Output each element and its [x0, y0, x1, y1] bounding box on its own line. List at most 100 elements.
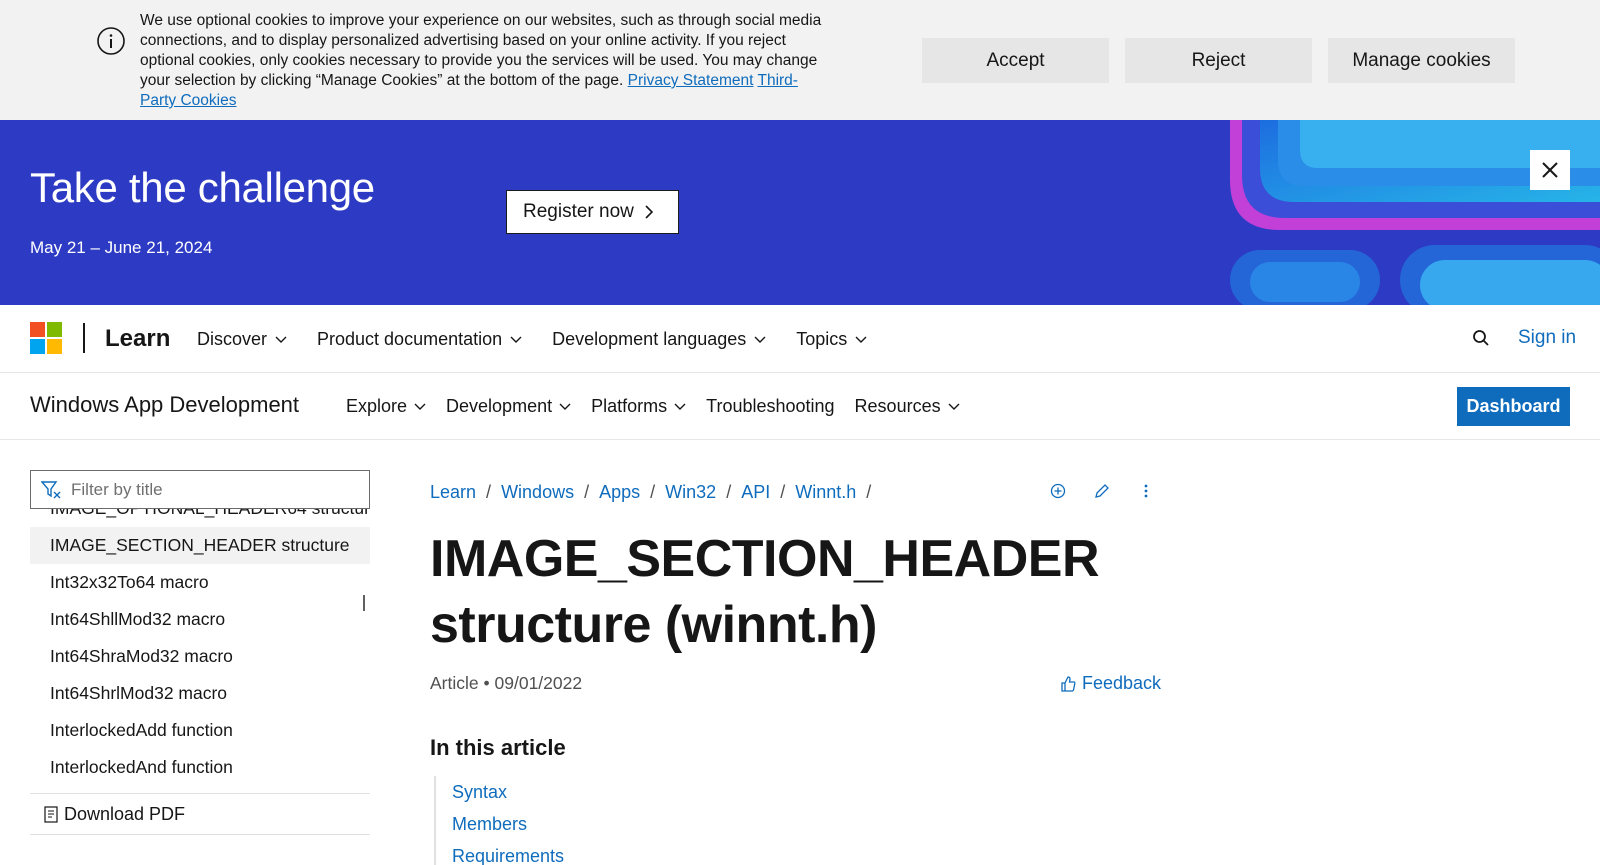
section-link-requirements[interactable]: Requirements	[452, 840, 564, 865]
brand-divider	[83, 323, 85, 353]
nav-platforms[interactable]: Platforms	[591, 396, 686, 417]
nav-product-documentation-label: Product documentation	[317, 329, 503, 349]
breadcrumb-api[interactable]: API	[741, 482, 770, 503]
info-icon	[97, 27, 125, 55]
page-title: IMAGE_SECTION_HEADER structure (winnt.h)	[430, 526, 1170, 658]
breadcrumb-separator: /	[486, 482, 492, 502]
add-collection-icon[interactable]	[1050, 483, 1066, 499]
in-this-article-list: Syntax Members Requirements	[434, 776, 564, 865]
nav-explore-label: Explore	[346, 396, 408, 416]
in-this-article-heading: In this article	[430, 735, 566, 760]
feedback-link[interactable]: Feedback	[1060, 673, 1161, 694]
register-now-button[interactable]: Register now	[506, 190, 679, 234]
chevron-down-icon	[674, 403, 686, 410]
breadcrumb-separator: /	[866, 482, 872, 502]
breadcrumb-separator: /	[780, 482, 786, 502]
privacy-statement-link[interactable]: Privacy Statement	[628, 72, 754, 89]
accept-cookies-button[interactable]: Accept	[922, 38, 1109, 83]
toc-scrollbar[interactable]	[363, 595, 365, 611]
chevron-down-icon	[948, 403, 960, 410]
nav-development-languages-label: Development languages	[552, 329, 747, 349]
section-link-syntax[interactable]: Syntax	[452, 776, 564, 808]
chevron-down-icon	[510, 336, 522, 343]
reject-cookies-button[interactable]: Reject	[1125, 38, 1312, 83]
microsoft-logo[interactable]	[30, 322, 62, 354]
breadcrumb-windows[interactable]: Windows	[501, 482, 574, 503]
register-now-label: Register now	[523, 201, 634, 222]
nav-discover[interactable]: Discover	[197, 329, 287, 350]
toc-item-active[interactable]: IMAGE_SECTION_HEADER structure	[30, 527, 370, 564]
nav-topics-label: Topics	[796, 329, 848, 349]
nav-development[interactable]: Development	[446, 396, 571, 417]
toc-item[interactable]: Int64ShraMod32 macro	[30, 638, 370, 675]
nav-platforms-label: Platforms	[591, 396, 668, 416]
breadcrumb-winnt-h[interactable]: Winnt.h	[795, 482, 856, 503]
toc-item[interactable]: InterlockedAnd function	[30, 749, 370, 786]
toc-item[interactable]: InterlockedAdd function	[30, 712, 370, 749]
toc-item[interactable]: Int64ShllMod32 macro	[30, 601, 370, 638]
article-meta: Article • 09/01/2022	[430, 673, 582, 694]
page-title-line1: IMAGE_SECTION_HEADER	[430, 530, 1100, 588]
global-nav-menu: Discover Product documentation Developme…	[197, 329, 867, 350]
breadcrumb-separator: /	[650, 482, 656, 502]
meta-bullet: •	[483, 673, 490, 693]
search-icon[interactable]	[1472, 329, 1490, 347]
section-link-members[interactable]: Members	[452, 808, 564, 840]
filter-icon	[41, 481, 61, 499]
nav-troubleshooting[interactable]: Troubleshooting	[706, 396, 834, 417]
nav-explore[interactable]: Explore	[346, 396, 426, 417]
cookie-banner: We use optional cookies to improve your …	[0, 0, 1600, 120]
document-icon	[44, 805, 58, 823]
learn-home-link[interactable]: Learn	[105, 325, 170, 353]
cookie-text: We use optional cookies to improve your …	[140, 11, 830, 111]
breadcrumb-win32[interactable]: Win32	[665, 482, 716, 503]
dashboard-button[interactable]: Dashboard	[1457, 387, 1570, 426]
toc-filter	[30, 470, 370, 509]
filter-input[interactable]	[71, 471, 361, 508]
toc-item[interactable]: Int32x32To64 macro	[30, 564, 370, 601]
chevron-down-icon	[559, 403, 571, 410]
promo-banner: Take the challenge May 21 – June 21, 202…	[0, 120, 1600, 305]
global-nav: Learn Discover Product documentation Dev…	[0, 305, 1600, 373]
chevron-down-icon	[855, 336, 867, 343]
manage-cookies-button[interactable]: Manage cookies	[1328, 38, 1515, 83]
toc-item[interactable]: IMAGE_OPTIONAL_HEADER64 structure	[30, 509, 370, 527]
chevron-down-icon	[754, 336, 766, 343]
nav-development-languages[interactable]: Development languages	[552, 329, 766, 350]
download-pdf-button[interactable]: Download PDF	[30, 793, 370, 835]
feedback-label: Feedback	[1082, 673, 1162, 693]
thumbs-up-icon	[1061, 675, 1076, 692]
download-pdf-label: Download PDF	[64, 803, 186, 824]
nav-topics[interactable]: Topics	[796, 329, 867, 350]
nav-resources-label: Resources	[854, 396, 941, 416]
promo-art	[1230, 120, 1600, 305]
product-title[interactable]: Windows App Development	[30, 392, 299, 418]
edit-pencil-icon[interactable]	[1094, 483, 1110, 499]
page-title-line2: structure (winnt.h)	[430, 596, 877, 654]
nav-resources[interactable]: Resources	[855, 396, 960, 417]
nav-troubleshooting-label: Troubleshooting	[706, 396, 835, 416]
sign-in-link[interactable]: Sign in	[1518, 327, 1576, 349]
chevron-down-icon	[414, 403, 426, 410]
close-icon	[1542, 162, 1558, 178]
toc-list: IMAGE_OPTIONAL_HEADER64 structure IMAGE_…	[30, 509, 370, 792]
breadcrumb: Learn / Windows / Apps / Win32 / API / W…	[430, 482, 871, 503]
product-nav: Windows App Development Explore Developm…	[0, 373, 1600, 440]
breadcrumb-separator: /	[584, 482, 590, 502]
nav-product-documentation[interactable]: Product documentation	[317, 329, 522, 350]
toc-item[interactable]: Int64ShrlMod32 macro	[30, 675, 370, 712]
article-actions	[1050, 483, 1154, 499]
breadcrumb-apps[interactable]: Apps	[599, 482, 640, 503]
promo-title: Take the challenge	[30, 164, 375, 211]
article-type: Article	[430, 673, 479, 693]
chevron-down-icon	[275, 336, 287, 343]
promo-dates: May 21 – June 21, 2024	[30, 238, 213, 257]
more-options-icon[interactable]	[1138, 483, 1154, 499]
breadcrumb-separator: /	[726, 482, 732, 502]
product-nav-menu: Explore Development Platforms Troublesho…	[346, 396, 960, 417]
close-promo-button[interactable]	[1530, 150, 1570, 190]
nav-discover-label: Discover	[197, 329, 268, 349]
chevron-right-icon	[645, 205, 654, 219]
breadcrumb-learn[interactable]: Learn	[430, 482, 476, 503]
nav-development-label: Development	[446, 396, 553, 416]
